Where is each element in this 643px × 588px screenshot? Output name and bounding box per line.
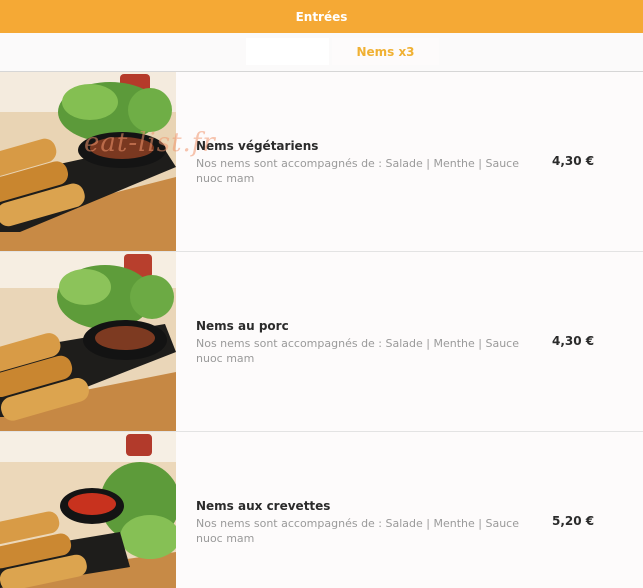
category-title: Entrées	[295, 9, 348, 24]
watermark: eat-list.fr	[84, 128, 216, 158]
menu-item[interactable]: Nems au porc Nos nems sont accompagnés d…	[0, 252, 643, 432]
menu-item-photo	[0, 252, 176, 431]
menu-item-description: Nos nems sont accompagnés de : Salade | …	[196, 517, 519, 545]
menu-item-price: 5,20 €	[552, 514, 595, 528]
menu-item[interactable]: Nems végétariens Nos nems sont accompagn…	[0, 72, 643, 252]
menu-item-photo	[0, 72, 176, 251]
subcategory-tabs: Nems x3	[0, 33, 643, 72]
category-header: Entrées	[0, 0, 643, 33]
menu-item-name: Nems aux crevettes	[196, 499, 331, 513]
menu-item[interactable]: Nems aux crevettes Nos nems sont accompa…	[0, 432, 643, 588]
menu-item-price: 4,30 €	[552, 154, 595, 168]
menu-item-description: Nos nems sont accompagnés de : Salade | …	[196, 157, 519, 185]
menu-item-photo	[0, 432, 176, 588]
menu-item-price: 4,30 €	[552, 334, 595, 348]
menu-item-name: Nems au porc	[196, 319, 289, 333]
tab-empty[interactable]	[246, 38, 329, 65]
tab-nems-x3[interactable]: Nems x3	[332, 38, 439, 65]
menu-item-description: Nos nems sont accompagnés de : Salade | …	[196, 337, 519, 365]
